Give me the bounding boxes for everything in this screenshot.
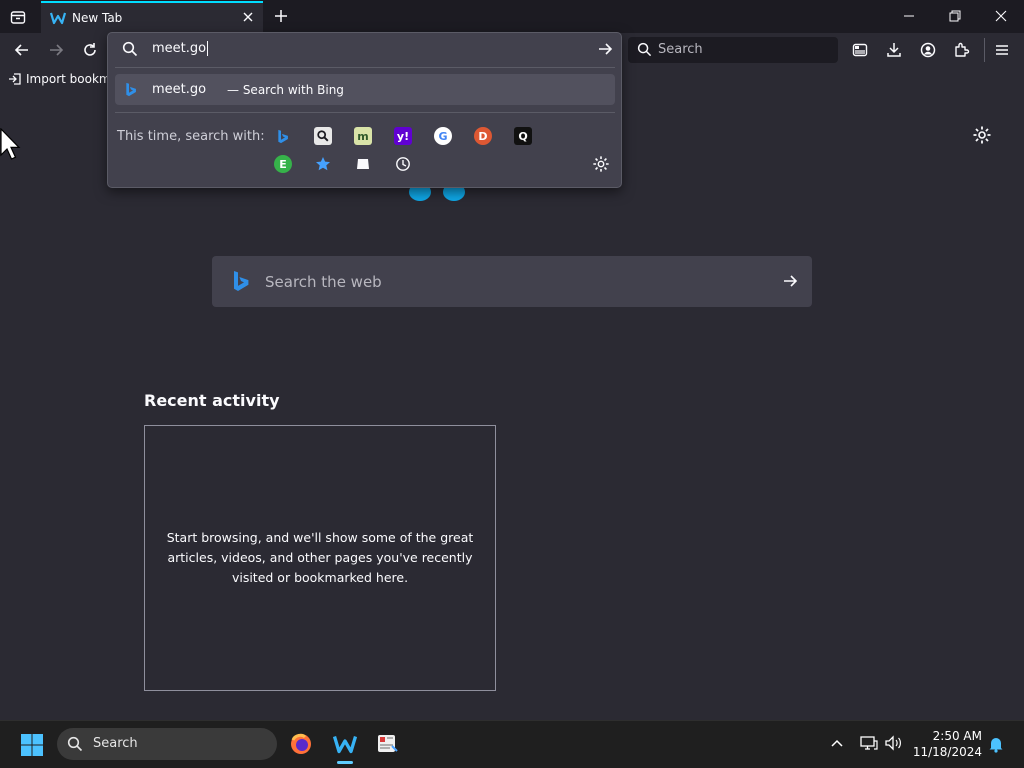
restore-icon <box>949 10 961 22</box>
tab-new-tab[interactable]: New Tab <box>41 1 263 33</box>
arrow-right-icon <box>50 44 64 56</box>
bing-icon <box>125 82 137 97</box>
tabs-icon[interactable] <box>354 155 372 173</box>
close-window-button[interactable] <box>978 0 1024 32</box>
ecosia-icon[interactable]: E <box>274 155 292 173</box>
taskbar-browser[interactable] <box>328 728 362 760</box>
restore-button[interactable] <box>932 0 978 32</box>
plus-icon <box>275 10 287 22</box>
firefox-icon <box>291 733 311 754</box>
clock-time: 2:50 AM <box>932 729 982 743</box>
bookmarks-star-icon[interactable] <box>314 155 332 173</box>
personalize-new-tab-button[interactable] <box>972 125 992 145</box>
search-go-arrow-icon[interactable] <box>782 273 798 289</box>
web-search-placeholder: Search the web <box>265 273 382 291</box>
clock-date: 11/18/2024 <box>912 745 982 759</box>
reload-icon <box>84 43 96 56</box>
browser-logo-icon <box>333 736 357 754</box>
minimize-icon <box>904 15 914 17</box>
back-button[interactable] <box>9 38 35 62</box>
reload-button[interactable] <box>77 38 103 62</box>
recent-activity-empty-card: Start browsing, and we'll show some of t… <box>144 425 496 691</box>
new-tab-button[interactable] <box>270 5 292 27</box>
list-all-tabs-button[interactable] <box>5 5 31 29</box>
merriam-webster-icon[interactable]: m <box>354 127 372 145</box>
start-button[interactable] <box>20 733 44 757</box>
toolbar-separator <box>984 38 985 62</box>
sidebar-icon <box>852 43 868 57</box>
search-icon <box>637 42 652 57</box>
taskbar-search-label: Search <box>93 736 138 751</box>
suggestion-text: meet.go <box>152 82 207 97</box>
recent-activity-empty-text: Start browsing, and we'll show some of t… <box>166 530 474 585</box>
mouse-cursor-icon <box>0 128 22 162</box>
forward-button[interactable] <box>43 38 69 62</box>
downloads-button[interactable] <box>881 38 907 62</box>
app-menu-button[interactable] <box>989 38 1015 62</box>
account-icon <box>920 42 936 58</box>
windows-logo-icon <box>21 734 43 756</box>
minimize-button[interactable] <box>886 0 932 32</box>
url-bar[interactable]: meet.go <box>108 33 621 67</box>
app-icon <box>378 735 398 752</box>
puzzle-icon <box>955 42 970 57</box>
network-icon[interactable] <box>860 735 878 751</box>
active-app-indicator <box>337 761 353 764</box>
qwant-icon[interactable]: Q <box>514 127 532 145</box>
bing-icon[interactable] <box>274 127 292 145</box>
duckduckgo-icon[interactable]: D <box>474 127 492 145</box>
sidebar-button[interactable] <box>847 38 873 62</box>
browser-logo-icon <box>50 10 66 26</box>
divider <box>115 67 615 68</box>
divider <box>115 112 615 113</box>
chevron-up-icon <box>831 739 843 747</box>
hamburger-menu-icon <box>996 45 1008 55</box>
close-tab-icon[interactable] <box>241 10 255 24</box>
search-icon <box>122 41 138 57</box>
bing-logo-icon <box>232 270 250 292</box>
search-bar-placeholder: Search <box>658 42 703 57</box>
search-settings-gear-icon[interactable] <box>592 155 610 173</box>
yahoo-icon[interactable]: y! <box>394 127 412 145</box>
google-icon[interactable]: G <box>434 127 452 145</box>
import-icon <box>9 73 21 85</box>
search-icon <box>67 736 83 752</box>
recent-activity-heading: Recent activity <box>144 391 280 410</box>
search-tool-icon[interactable] <box>314 127 332 145</box>
extensions-button[interactable] <box>949 38 975 62</box>
import-bookmarks-button[interactable]: Import bookma <box>8 72 118 86</box>
taskbar-clock[interactable]: 2:50 AM 11/18/2024 <box>908 728 982 760</box>
go-arrow-icon[interactable] <box>597 41 613 57</box>
one-off-search-label: This time, search with: <box>117 129 265 144</box>
close-icon <box>995 10 1007 22</box>
web-search-box[interactable]: Search the web <box>212 256 812 307</box>
notifications-bell-icon[interactable] <box>988 735 1004 753</box>
import-bookmarks-label: Import bookma <box>26 72 118 86</box>
volume-icon[interactable] <box>885 735 903 751</box>
url-input-value[interactable]: meet.go <box>152 41 209 56</box>
taskbar-firefox[interactable] <box>284 728 318 760</box>
arrow-left-icon <box>14 44 28 56</box>
suggestion-action: — Search with Bing <box>227 83 344 97</box>
account-button[interactable] <box>915 38 941 62</box>
tab-list-icon <box>10 11 26 24</box>
gear-icon <box>973 126 991 144</box>
show-hidden-icons-button[interactable] <box>830 737 844 751</box>
tab-title: New Tab <box>72 11 123 25</box>
search-bar[interactable]: Search <box>628 37 838 63</box>
download-icon <box>887 43 901 57</box>
search-suggestion-row[interactable]: meet.go — Search with Bing <box>115 74 615 105</box>
history-clock-icon[interactable] <box>394 155 412 173</box>
taskbar-app[interactable] <box>371 728 405 760</box>
taskbar-search-box[interactable]: Search <box>57 728 277 760</box>
